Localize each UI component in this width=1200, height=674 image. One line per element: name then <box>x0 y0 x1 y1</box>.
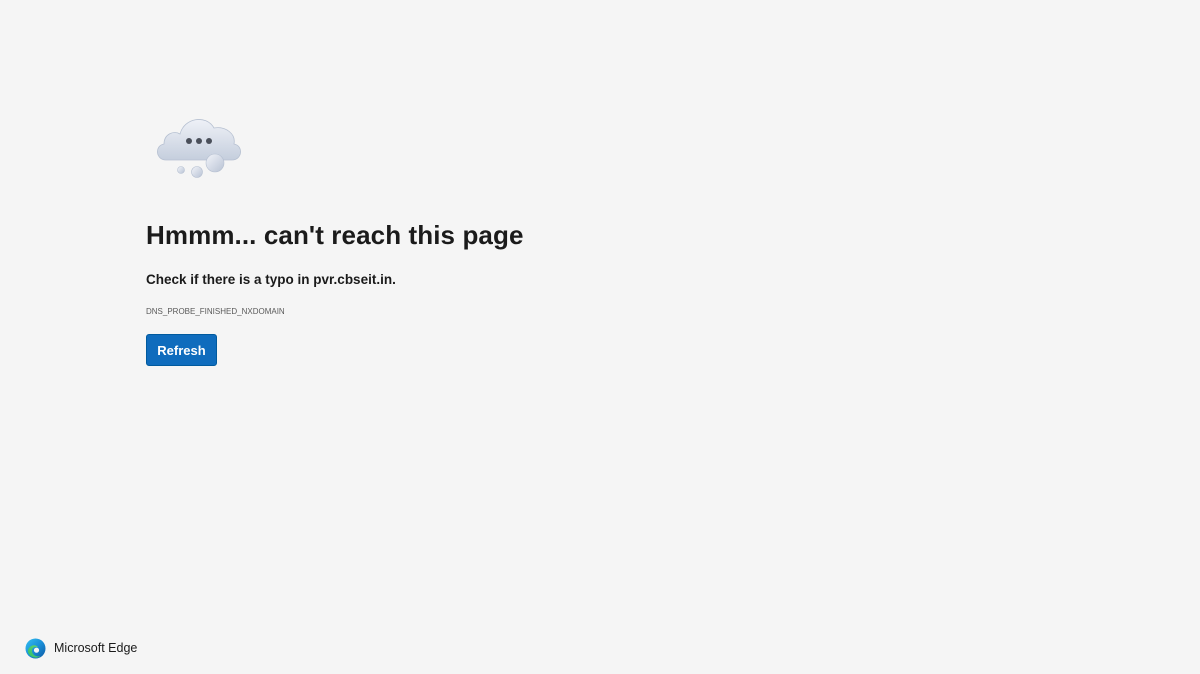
brand-name: Microsoft Edge <box>54 641 138 655</box>
page-title: Hmmm... can't reach this page <box>146 220 524 250</box>
refresh-button[interactable]: Refresh <box>146 334 217 366</box>
error-code: DNS_PROBE_FINISHED_NXDOMAIN <box>146 307 285 316</box>
browser-branding: Microsoft Edge <box>25 637 137 659</box>
error-message: Check if there is a typo in pvr.cbseit.i… <box>146 272 396 287</box>
thinking-cloud-icon <box>154 112 244 182</box>
edge-logo-icon <box>25 638 46 659</box>
